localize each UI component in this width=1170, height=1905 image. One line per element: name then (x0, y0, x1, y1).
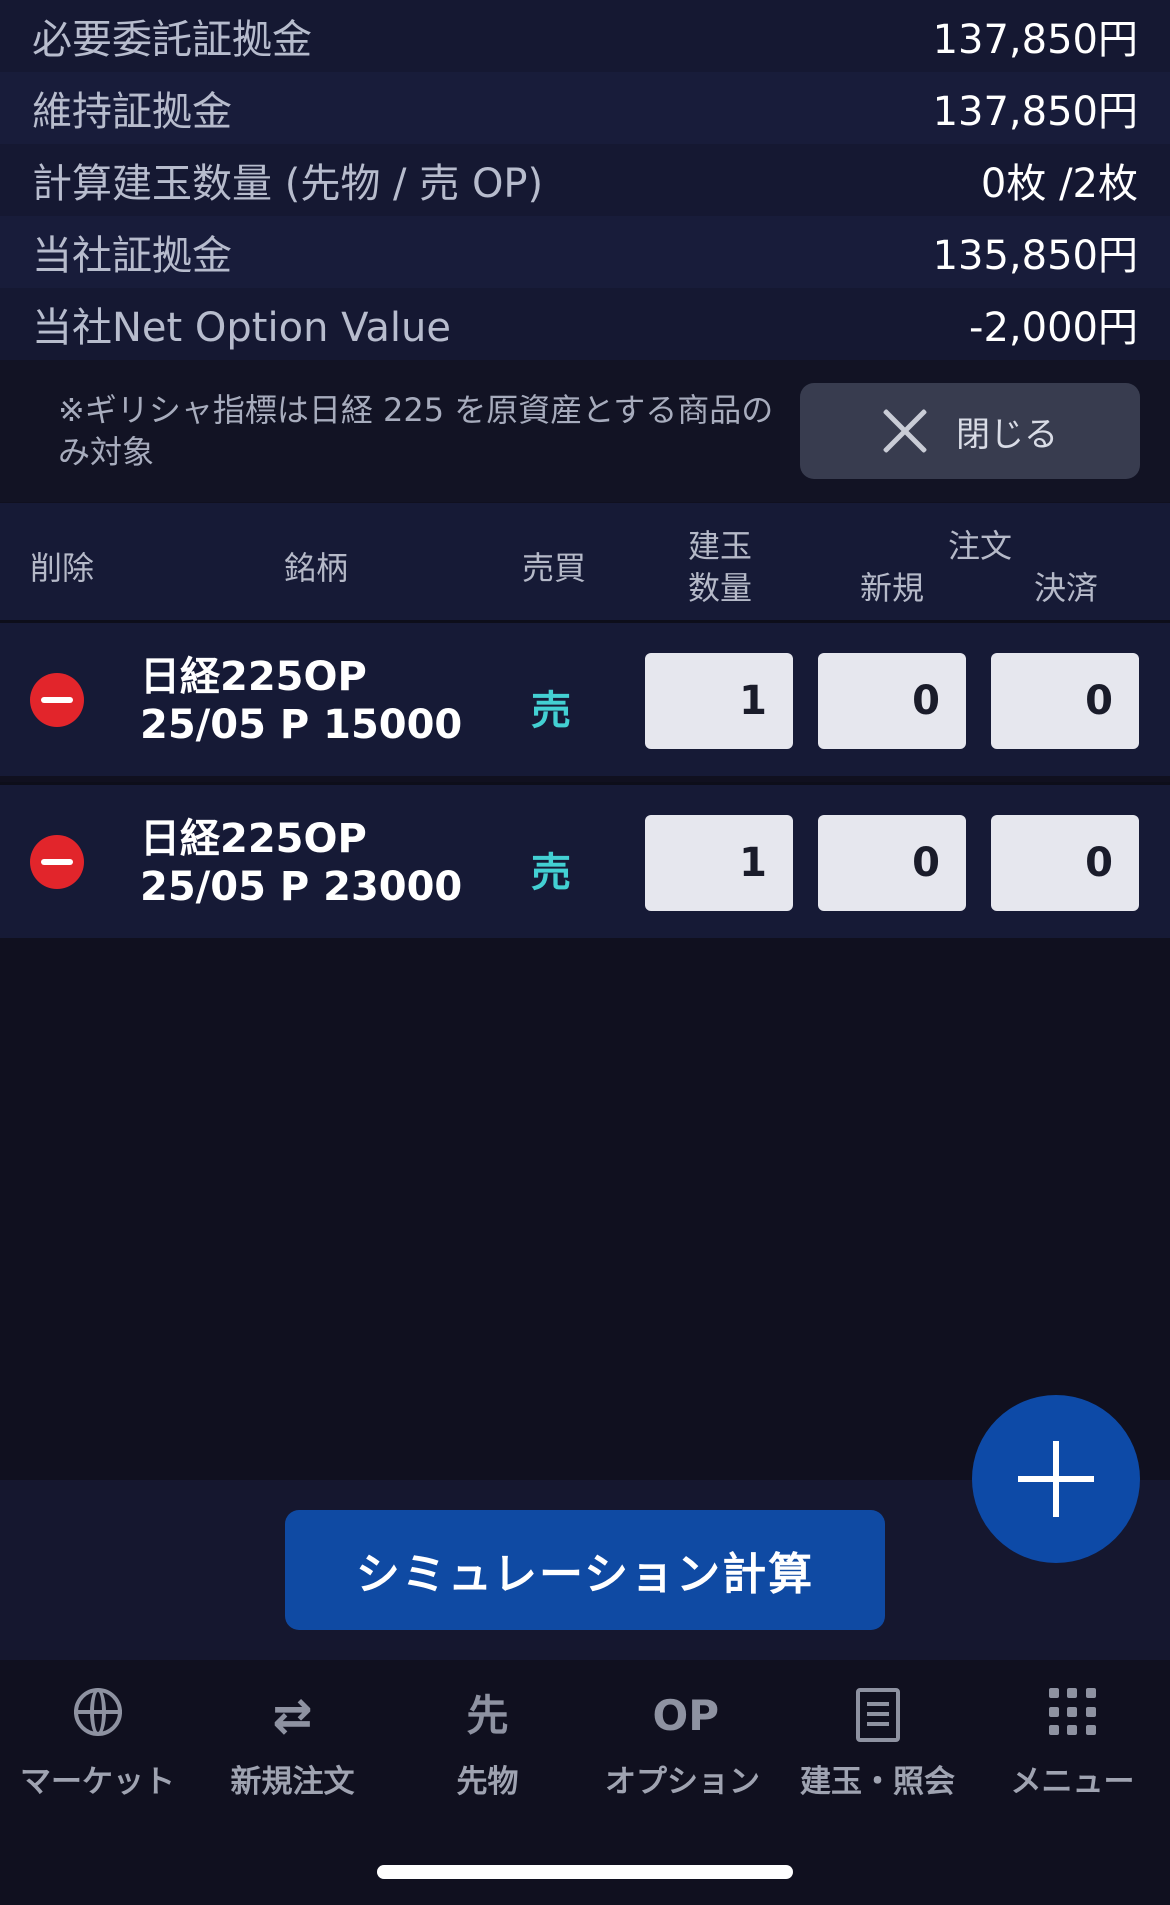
option-icon: OP (652, 1691, 720, 1740)
header-order: 注文 (948, 527, 1013, 565)
settle-order-qty-field[interactable]: 0 (991, 815, 1139, 911)
add-position-button[interactable] (972, 1395, 1140, 1563)
header-position-qty-line2: 数量 (688, 569, 753, 607)
summary-label: 当社Net Option Value (32, 305, 451, 351)
table-row: 日経225OP 25/05 P 15000 売 1 0 0 (0, 620, 1170, 776)
summary-label: 維持証拠金 (32, 89, 232, 135)
nav-item-menu[interactable]: メニュー (975, 1678, 1170, 1800)
swap-arrows-icon: ⇄ (272, 1688, 313, 1744)
symbol-name: 日経225OP 25/05 P 15000 (140, 653, 462, 749)
simulation-calculate-button[interactable]: シミュレーション計算 (285, 1510, 885, 1630)
summary-value: 135,850円 (932, 233, 1138, 279)
summary-value: -2,000円 (969, 305, 1138, 351)
position-qty-field[interactable]: 1 (645, 815, 793, 911)
nav-label: オプション (605, 1764, 760, 1800)
nav-item-option[interactable]: OP オプション (585, 1678, 780, 1800)
header-new: 新規 (860, 569, 925, 607)
summary-value: 0枚 /2枚 (980, 161, 1138, 207)
summary-label: 計算建玉数量 (先物 / 売 OP) (32, 161, 544, 207)
summary-label: 必要委託証拠金 (32, 17, 312, 63)
summary-row-company-margin: 当社証拠金 135,850円 (0, 216, 1170, 288)
nav-item-new-order[interactable]: ⇄ 新規注文 (195, 1678, 390, 1800)
side-sell: 売 (531, 688, 571, 734)
symbol-name-line1: 日経225OP (140, 654, 367, 700)
position-qty-field[interactable]: 1 (645, 653, 793, 749)
positions-table-header: 削除 銘柄 売買 建玉 数量 注文 新規 決済 (0, 503, 1170, 620)
document-icon (848, 1688, 908, 1744)
symbol-name-line2: 25/05 P 23000 (140, 864, 463, 910)
delete-row-button[interactable] (30, 834, 84, 889)
summary-row-position-count: 計算建玉数量 (先物 / 売 OP) 0枚 /2枚 (0, 144, 1170, 216)
header-settle: 決済 (1034, 569, 1099, 607)
close-button[interactable]: 閉じる (800, 383, 1140, 479)
close-icon (882, 408, 928, 454)
new-order-qty-field[interactable]: 0 (818, 653, 966, 749)
header-symbol: 銘柄 (284, 549, 349, 587)
nav-label: マーケット (20, 1764, 175, 1800)
greeks-note-bar: ※ギリシャ指標は日経 225 を原資産とする商品のみ対象 閉じる (0, 360, 1170, 502)
summary-value: 137,850円 (932, 17, 1138, 63)
globe-icon (68, 1688, 128, 1744)
side-sell: 売 (531, 850, 571, 896)
symbol-name-line1: 日経225OP (140, 816, 367, 862)
nav-label: 新規注文 (230, 1764, 355, 1800)
table-row: 日経225OP 25/05 P 23000 売 1 0 0 (0, 782, 1170, 938)
symbol-name-line2: 25/05 P 15000 (140, 702, 463, 748)
nav-item-positions[interactable]: 建玉・照会 (780, 1678, 975, 1800)
header-delete: 削除 (30, 549, 95, 587)
nav-label: 建玉・照会 (800, 1764, 955, 1800)
settle-order-qty-field[interactable]: 0 (991, 653, 1139, 749)
summary-label: 当社証拠金 (32, 233, 232, 279)
summary-value: 137,850円 (932, 89, 1138, 135)
nav-label: 先物 (456, 1764, 519, 1800)
futures-icon: 先 (466, 1691, 509, 1740)
greeks-note-text: ※ギリシャ指標は日経 225 を原資産とする商品のみ対象 (58, 391, 774, 471)
summary-row-net-option-value: 当社Net Option Value -2,000円 (0, 288, 1170, 360)
margin-summary: 必要委託証拠金 137,850円 維持証拠金 137,850円 計算建玉数量 (… (0, 0, 1170, 360)
close-button-label: 閉じる (956, 414, 1058, 455)
summary-row-required-margin: 必要委託証拠金 137,850円 (0, 0, 1170, 72)
home-indicator (377, 1865, 793, 1879)
symbol-name: 日経225OP 25/05 P 23000 (140, 815, 462, 911)
header-side: 売買 (522, 549, 587, 587)
grid-menu-icon (1043, 1688, 1103, 1744)
new-order-qty-field[interactable]: 0 (818, 815, 966, 911)
summary-row-maintenance-margin: 維持証拠金 137,850円 (0, 72, 1170, 144)
delete-row-button[interactable] (30, 672, 84, 727)
nav-item-market[interactable]: マーケット (0, 1678, 195, 1800)
nav-item-futures[interactable]: 先 先物 (390, 1678, 585, 1800)
header-position-qty-line1: 建玉 (688, 527, 753, 565)
nav-label: メニュー (1010, 1764, 1135, 1800)
